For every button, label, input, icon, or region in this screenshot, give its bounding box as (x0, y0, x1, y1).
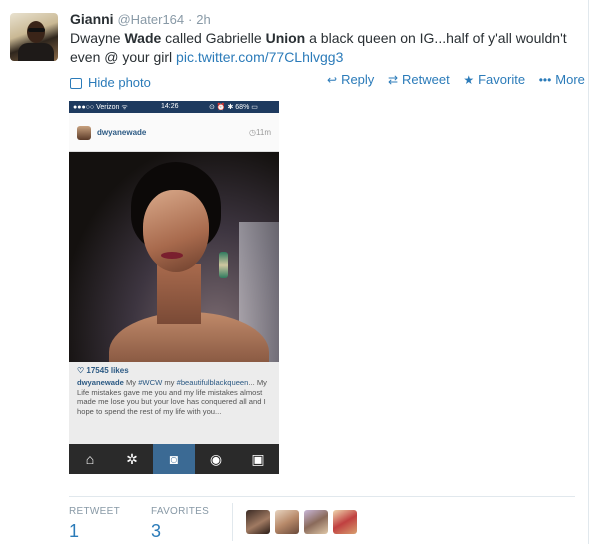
hide-photo-link[interactable]: Hide photo (70, 75, 151, 90)
instagram-likes: ♡ 17545 likes (77, 366, 129, 375)
stats-separator (232, 503, 233, 541)
tweet-header: Gianni @Hater164 · 2h (70, 11, 211, 27)
status-right-icons: ⊙ ⏰ ✱ 68% ▭ (209, 104, 258, 111)
user-avatar[interactable] (10, 13, 58, 61)
instagram-caption: dwyanewade My #WCW my #beautifulblackque… (77, 378, 267, 416)
photo-lips-shape (161, 252, 183, 259)
tweet-actions: ↩ Reply ⇄ Retweet ★ Favorite ••• More (327, 72, 590, 87)
home-icon: ⌂ (85, 451, 95, 467)
favoriter-avatar[interactable] (275, 510, 299, 534)
favoriter-avatar[interactable] (304, 510, 328, 534)
photo-neck-shape (157, 264, 201, 324)
instagram-photo (69, 152, 279, 362)
instagram-tab-bar: ⌂ ✲ ◙ ◉ ▣ (69, 444, 279, 474)
avatar-shirt (18, 43, 54, 61)
activity-icon: ◉ (209, 451, 223, 467)
profile-icon: ▣ (251, 451, 265, 467)
user-handle[interactable]: @Hater164 (117, 12, 184, 27)
tweet-text-bold: Union (265, 30, 306, 46)
user-name[interactable]: Gianni (70, 11, 114, 27)
instagram-post-header: dwyanewade ◷11m (69, 113, 279, 152)
retweet-icon: ⇄ (387, 73, 398, 87)
instagram-avatar (77, 126, 91, 140)
retweet-count[interactable]: 1 (69, 521, 79, 542)
caption-hashtag: #WCW (138, 378, 163, 387)
photo-icon (70, 78, 82, 89)
favoriter-avatar[interactable] (333, 510, 357, 534)
retweet-button[interactable]: ⇄ Retweet (388, 72, 450, 87)
instagram-username: dwyanewade (97, 128, 147, 137)
tweet-text-part: called Gabrielle (161, 30, 266, 46)
favorites-count[interactable]: 3 (151, 521, 161, 542)
reply-icon: ↩ (327, 73, 338, 87)
retweet-stat-label: RETWEET (69, 506, 120, 517)
caption-text: My (123, 378, 139, 387)
favorite-button[interactable]: ★ Favorite (463, 72, 525, 87)
hide-photo-label: Hide photo (88, 75, 151, 90)
avatar-head (27, 21, 45, 43)
photo-face-shape (143, 190, 209, 272)
tweet-card: Gianni @Hater164 · 2h Dwayne Wade called… (0, 0, 589, 544)
camera-icon: ◙ (153, 444, 195, 474)
reply-label: Reply (341, 72, 375, 87)
tweet-photo[interactable]: ●●●○○ Verizon ᯤ 14:26 ⊙ ⏰ ✱ 68% ▭ dwyane… (69, 101, 279, 474)
caption-hashtag: #beautifulblackqueen (176, 378, 249, 387)
instagram-post-age: ◷11m (249, 128, 271, 137)
tweet-timestamp[interactable]: 2h (196, 12, 210, 27)
favoriter-avatar[interactable] (246, 510, 270, 534)
separator-dot: · (188, 12, 193, 27)
pic-link[interactable]: pic.twitter.com/77CLhlvgg3 (176, 49, 343, 65)
phone-status-bar: ●●●○○ Verizon ᯤ 14:26 ⊙ ⏰ ✱ 68% ▭ (69, 101, 279, 113)
carrier-signal: ●●●○○ Verizon ᯤ (73, 104, 128, 111)
retweet-label: Retweet (402, 72, 450, 87)
avatar-sunglasses (28, 28, 45, 32)
favorites-stat-label: FAVORITES (151, 506, 210, 517)
photo-earring-shape (219, 252, 228, 278)
more-icon: ••• (538, 73, 552, 87)
more-label: More (555, 72, 585, 87)
caption-username: dwyanewade (77, 378, 124, 387)
star-icon: ★ (463, 73, 475, 87)
tweet-text-bold: Wade (124, 30, 162, 46)
stats-divider (69, 496, 575, 497)
explore-icon: ✲ (126, 451, 138, 467)
tweet-text: Dwayne Wade called Gabrielle Union a bla… (70, 29, 580, 67)
status-time: 14:26 (161, 103, 179, 110)
favorite-label: Favorite (478, 72, 526, 87)
tweet-text-part: Dwayne (70, 30, 125, 46)
caption-text: my (162, 378, 177, 387)
more-button[interactable]: ••• More (539, 72, 585, 87)
reply-button[interactable]: ↩ Reply (327, 72, 374, 87)
